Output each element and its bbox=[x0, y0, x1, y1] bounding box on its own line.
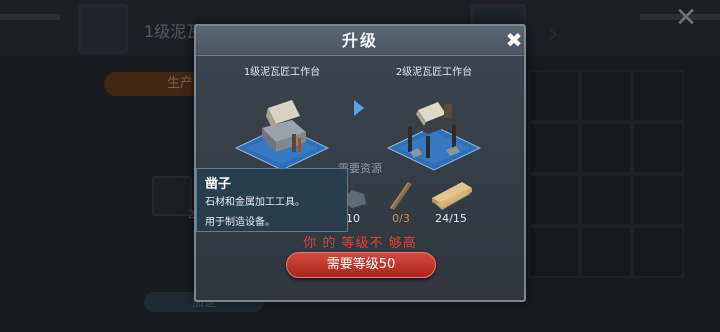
upgrade-arrow-icon bbox=[354, 100, 364, 116]
current-workbench: 1级泥瓦匠工作台 bbox=[222, 66, 342, 172]
resource-wood-stick-count: 0/3 bbox=[392, 212, 410, 225]
plank-icon bbox=[428, 176, 474, 212]
tooltip-description: 石材和金属加工工具。 bbox=[205, 197, 305, 208]
resource-wood-stick: 0/3 bbox=[378, 176, 424, 226]
tooltip-usage: 用于制造设备。 bbox=[205, 217, 275, 228]
tooltip-title: 凿子 bbox=[205, 177, 232, 192]
need-level-button[interactable]: 需要等级50 bbox=[286, 252, 436, 278]
next-workbench: 2级泥瓦匠工作台 bbox=[374, 66, 494, 172]
wood-stick-icon bbox=[378, 176, 424, 212]
next-workbench-name: 2级泥瓦匠工作台 bbox=[395, 67, 473, 78]
item-tooltip: 凿子 石材和金属加工工具。 用于制造设备。 bbox=[196, 168, 348, 232]
level-warning: 你 的 等级不 够高 bbox=[303, 236, 417, 251]
upgrade-dialog: 升级 ✖ 1级泥瓦匠工作台 2级泥瓦匠工作台 需要资源 10 0/3 24/15… bbox=[194, 24, 526, 302]
resource-plank: 24/15 bbox=[428, 176, 474, 226]
close-icon[interactable]: ✖ bbox=[502, 28, 526, 52]
current-workbench-name: 1级泥瓦匠工作台 bbox=[243, 67, 321, 78]
dialog-title: 升级 bbox=[341, 31, 378, 50]
resource-plank-count: 24/15 bbox=[435, 212, 467, 225]
